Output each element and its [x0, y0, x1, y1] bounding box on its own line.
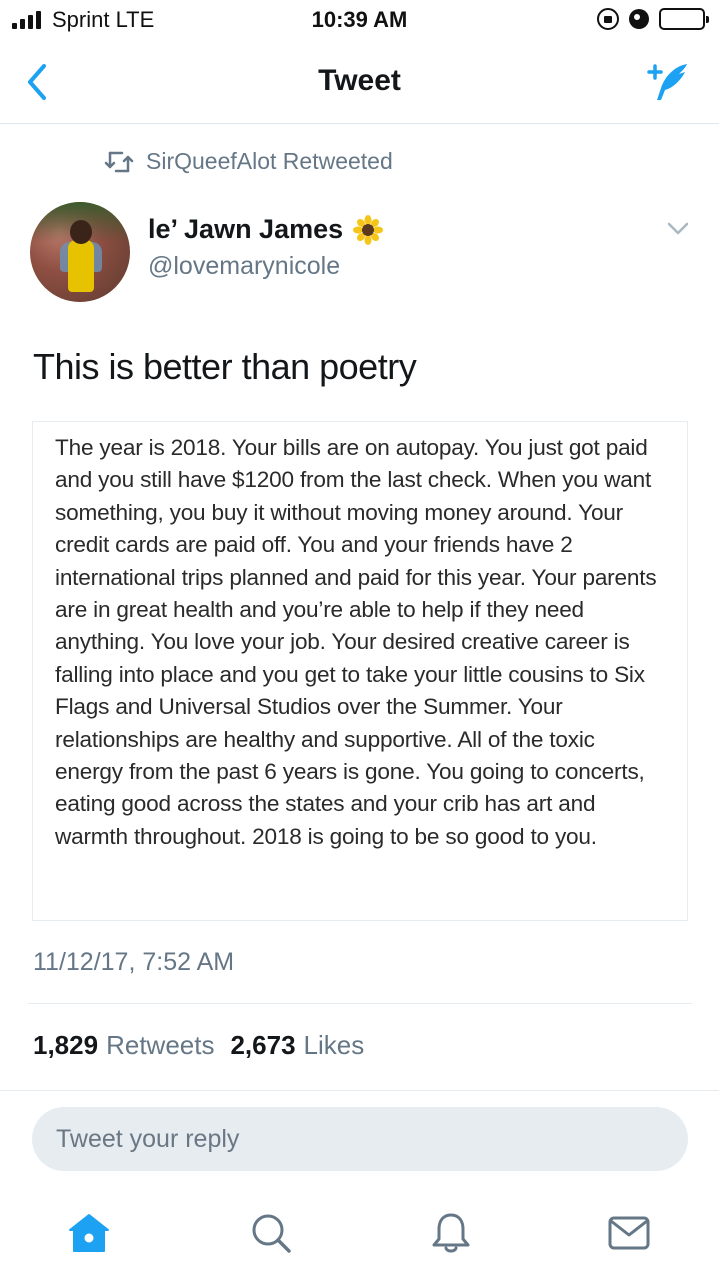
divider [28, 1003, 692, 1004]
alarm-icon [629, 9, 649, 29]
retweet-context-label[interactable]: SirQueefAlot Retweeted [146, 148, 393, 175]
author-name: le’ Jawn James [148, 214, 344, 244]
compose-tweet-button[interactable] [641, 58, 693, 106]
reply-input[interactable] [32, 1107, 688, 1171]
battery-icon [659, 8, 709, 30]
tweet-options-button[interactable] [667, 222, 689, 236]
status-bar: Sprint LTE 10:39 AM [0, 0, 719, 40]
retweets-label: Retweets [106, 1030, 215, 1060]
likes-label: Likes [303, 1030, 365, 1060]
author-name-row[interactable]: le’ Jawn James [148, 214, 384, 245]
notifications-bell-icon [432, 1213, 470, 1253]
likes-stat[interactable]: 2,673 Likes [230, 1030, 364, 1061]
status-icons [597, 8, 709, 30]
retweets-count: 1,829 [33, 1030, 99, 1060]
page-title: Tweet [318, 64, 401, 97]
messages-envelope-icon [608, 1216, 650, 1250]
avatar-figure-body [68, 240, 94, 292]
tweet-stats: 1,829 Retweets 2,673 Likes [33, 1030, 364, 1061]
compose-tweet-icon [647, 64, 687, 100]
reply-bar [0, 1090, 719, 1185]
chevron-down-icon [667, 222, 689, 235]
retweet-icon [104, 151, 134, 172]
likes-count: 2,673 [230, 1030, 296, 1060]
avatar-figure-head [70, 220, 92, 244]
tweet-detail-screen: Sprint LTE 10:39 AM Tweet SirQueefAlot R… [0, 0, 719, 1280]
tweet-text: This is better than poetry [33, 346, 417, 387]
author-avatar[interactable] [30, 202, 130, 302]
chevron-left-icon [28, 64, 46, 100]
retweets-stat[interactable]: 1,829 Retweets [33, 1030, 214, 1061]
orientation-lock-icon [597, 8, 619, 30]
tweet-image-text: The year is 2018. Your bills are on auto… [55, 435, 657, 849]
tweet-timestamp: 11/12/17, 7:52 AM [33, 948, 235, 976]
tab-home[interactable] [64, 1210, 114, 1256]
tweet-image[interactable]: The year is 2018. Your bills are on auto… [32, 421, 688, 921]
sunflower-icon [353, 214, 384, 245]
tab-bar [0, 1186, 719, 1280]
tab-search[interactable] [246, 1210, 296, 1256]
home-icon [69, 1214, 109, 1252]
search-icon [252, 1214, 291, 1253]
nav-bar: Tweet [0, 40, 719, 124]
tab-notifications[interactable] [426, 1210, 476, 1256]
retweet-context: SirQueefAlot Retweeted [104, 148, 393, 175]
tab-messages[interactable] [604, 1210, 654, 1256]
author-handle[interactable]: @lovemarynicole [148, 252, 340, 281]
back-button[interactable] [22, 62, 54, 102]
